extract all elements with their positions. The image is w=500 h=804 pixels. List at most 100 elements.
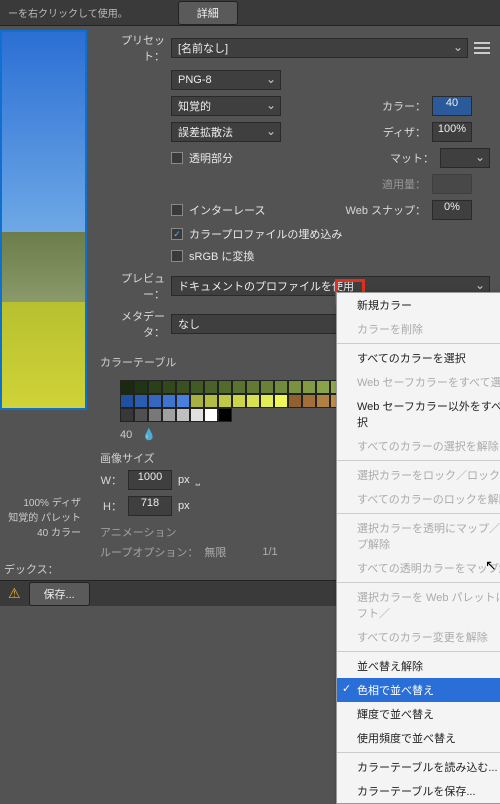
dither-input[interactable]: 100% xyxy=(432,122,472,142)
color-swatch[interactable] xyxy=(134,380,148,394)
color-swatch[interactable] xyxy=(246,380,260,394)
color-swatch[interactable] xyxy=(190,408,204,422)
color-swatch[interactable] xyxy=(134,408,148,422)
websnap-label: Web スナップ： xyxy=(346,202,426,218)
menu-select-websafe: Web セーフカラーをすべて選択 xyxy=(337,370,500,394)
color-swatch[interactable] xyxy=(162,394,176,408)
color-swatch[interactable] xyxy=(218,408,232,422)
menu-select-nonweb[interactable]: Web セーフカラー以外をすべて選択 xyxy=(337,394,500,434)
color-swatch[interactable] xyxy=(288,394,302,408)
color-swatch[interactable] xyxy=(190,394,204,408)
color-count: 40 xyxy=(120,429,132,441)
menu-map-trans: 選択カラーを透明にマップ／マップ解除 xyxy=(337,516,500,556)
color-swatch[interactable] xyxy=(260,394,274,408)
color-swatch[interactable] xyxy=(120,380,134,394)
interlace-checkbox[interactable] xyxy=(171,204,183,216)
algorithm-select[interactable]: 知覚的 xyxy=(171,96,281,116)
color-swatch[interactable] xyxy=(232,394,246,408)
detail-button[interactable]: 詳細 xyxy=(178,1,238,25)
colortable-context-menu: 新規カラー カラーを削除 すべてのカラーを選択 Web セーフカラーをすべて選択… xyxy=(336,292,500,804)
width-input[interactable]: 1000 xyxy=(128,470,172,490)
srgb-label: sRGB に変換 xyxy=(189,248,254,264)
color-swatch[interactable] xyxy=(302,394,316,408)
height-input[interactable]: 718 xyxy=(128,496,172,516)
width-label: W： xyxy=(100,472,122,488)
color-swatch[interactable] xyxy=(204,380,218,394)
menu-lock: 選択カラーをロック／ロック解除 xyxy=(337,463,500,487)
color-swatch[interactable] xyxy=(246,394,260,408)
loop-label: ループオプション： xyxy=(100,544,198,560)
dither-select[interactable]: 誤差拡散法 xyxy=(171,122,281,142)
color-swatch[interactable] xyxy=(204,408,218,422)
color-swatch[interactable] xyxy=(218,394,232,408)
menu-sort-hue[interactable]: 色相で並べ替え xyxy=(337,678,500,702)
panel-menu-icon[interactable] xyxy=(474,41,490,55)
color-count-input[interactable]: 40 xyxy=(432,96,472,116)
preset-label: プリセット： xyxy=(100,32,165,64)
dither-word: ディザ： xyxy=(383,124,426,140)
menu-unlock-all: すべてのカラーのロックを解除 xyxy=(337,487,500,511)
colortable-label: カラーテーブル xyxy=(100,354,176,370)
color-swatch[interactable] xyxy=(260,380,274,394)
color-swatch[interactable] xyxy=(176,380,190,394)
color-swatch[interactable] xyxy=(162,408,176,422)
format-select[interactable]: PNG-8 xyxy=(171,70,281,90)
height-label: H： xyxy=(100,498,122,514)
color-swatch[interactable] xyxy=(274,394,288,408)
color-label: カラー： xyxy=(382,98,426,114)
interlace-label: インターレース xyxy=(189,202,265,218)
color-swatch[interactable] xyxy=(176,394,190,408)
color-swatch[interactable] xyxy=(162,380,176,394)
menu-sort-freq[interactable]: 使用頻度で並べ替え xyxy=(337,726,500,750)
index-label: デックス： xyxy=(0,561,87,577)
color-swatch[interactable] xyxy=(288,380,302,394)
menu-shift-undo: すべてのカラー変更を解除 xyxy=(337,625,500,649)
embed-profile-checkbox[interactable] xyxy=(171,228,183,240)
menu-save-ct[interactable]: カラーテーブルを保存... xyxy=(337,779,500,803)
amount-label: 適用量： xyxy=(382,176,426,192)
menu-unmap-all: すべての透明カラーをマップ解除 xyxy=(337,556,500,580)
color-swatch[interactable] xyxy=(274,380,288,394)
color-swatch[interactable] xyxy=(120,394,134,408)
color-swatch[interactable] xyxy=(302,380,316,394)
menu-deselect: すべてのカラーの選択を解除 xyxy=(337,434,500,458)
color-swatch[interactable] xyxy=(190,380,204,394)
frame-indicator: 1/1 xyxy=(262,546,277,558)
srgb-checkbox[interactable] xyxy=(171,250,183,262)
menu-shift-web: 選択カラーを Web パレットにシフト／ xyxy=(337,585,500,625)
menu-select-all[interactable]: すべてのカラーを選択 xyxy=(337,346,500,370)
metadata-label: メタデータ： xyxy=(100,308,165,340)
menu-delete-color: カラーを削除 xyxy=(337,317,500,341)
save-button[interactable]: 保存... xyxy=(29,582,90,606)
menu-unsort[interactable]: 並べ替え解除 xyxy=(337,654,500,678)
embed-profile-label: カラープロファイルの埋め込み xyxy=(189,226,342,242)
warning-icon: ⚠ xyxy=(8,585,21,602)
color-swatch[interactable] xyxy=(148,394,162,408)
color-swatch[interactable] xyxy=(218,380,232,394)
preview-info: 100% ディザ 知覚的 パレット 40 カラー xyxy=(0,496,87,541)
eyedropper-icon[interactable]: 💧 xyxy=(142,428,156,442)
color-swatch[interactable] xyxy=(148,380,162,394)
preset-select[interactable]: [名前なし] xyxy=(171,38,468,58)
menu-new-color[interactable]: 新規カラー xyxy=(337,293,500,317)
color-swatch[interactable] xyxy=(120,408,134,422)
matte-label: マット： xyxy=(390,150,434,166)
websnap-input[interactable]: 0% xyxy=(432,200,472,220)
transparency-checkbox[interactable] xyxy=(171,152,183,164)
color-swatch[interactable] xyxy=(148,408,162,422)
transparency-label: 透明部分 xyxy=(189,150,233,166)
color-swatch[interactable] xyxy=(232,380,246,394)
color-swatch[interactable] xyxy=(204,394,218,408)
color-swatch[interactable] xyxy=(316,394,330,408)
color-table[interactable] xyxy=(120,380,345,422)
color-swatch[interactable] xyxy=(134,394,148,408)
preview-label: プレビュー： xyxy=(100,270,165,302)
preview-image xyxy=(0,30,87,410)
amount-input xyxy=(432,174,472,194)
menu-load-ct[interactable]: カラーテーブルを読み込む... xyxy=(337,755,500,779)
menu-sort-lum[interactable]: 輝度で並べ替え xyxy=(337,702,500,726)
color-swatch[interactable] xyxy=(176,408,190,422)
color-swatch[interactable] xyxy=(316,380,330,394)
matte-select[interactable] xyxy=(440,148,490,168)
top-hint: ーを右クリックして使用。 xyxy=(8,5,128,20)
